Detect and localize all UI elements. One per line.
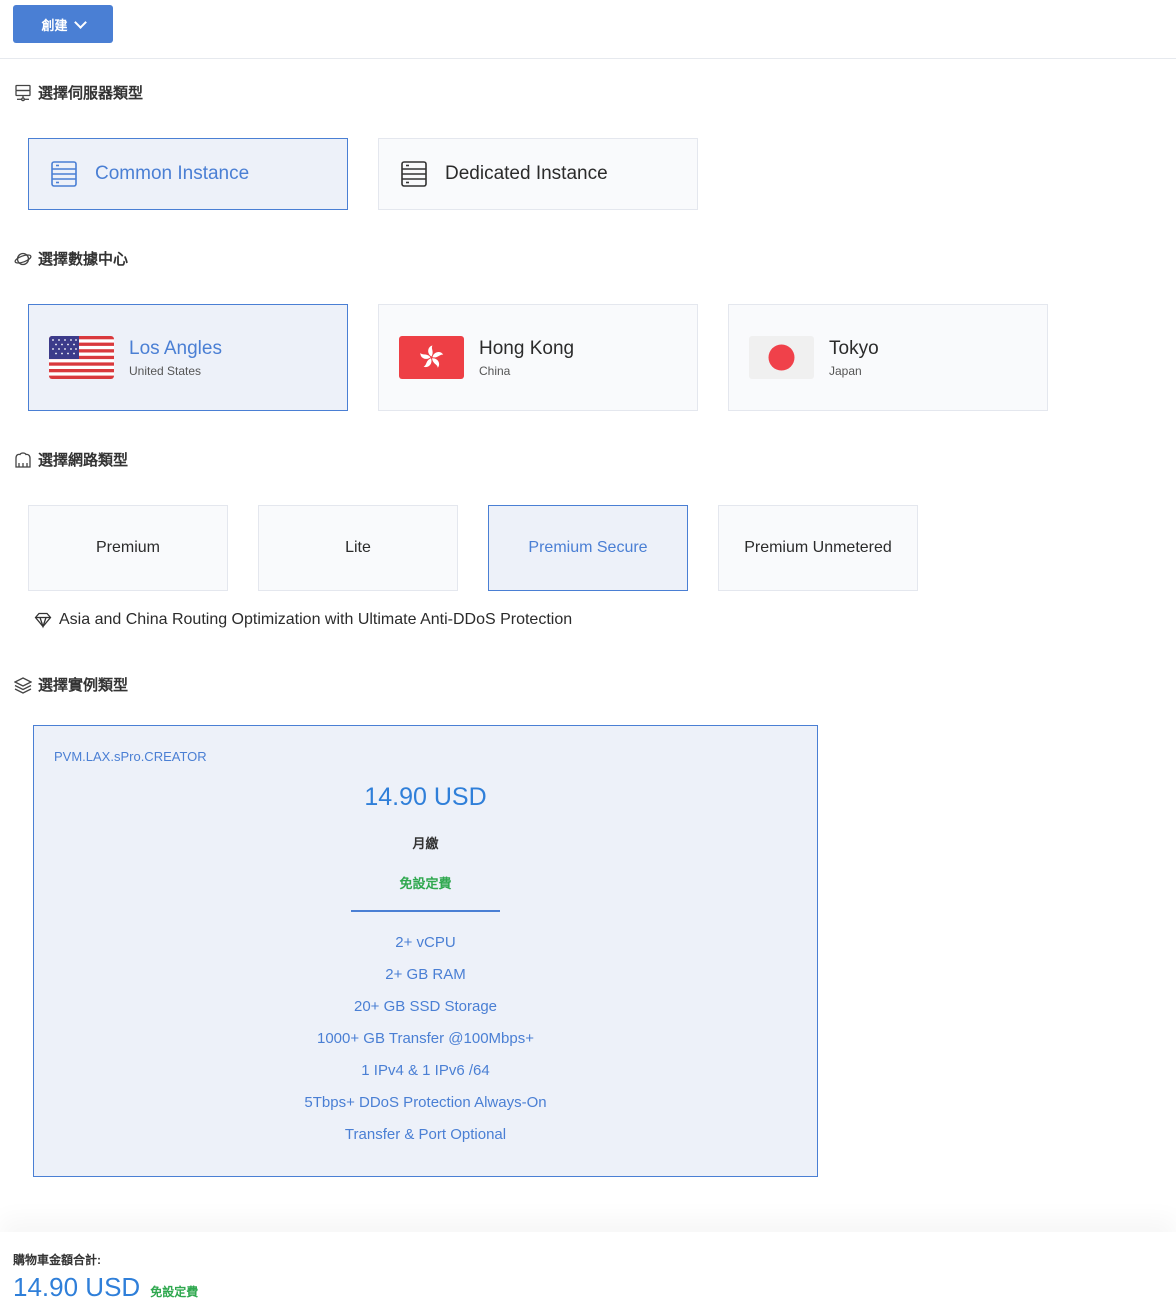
layers-icon [14,676,32,694]
datacenter-country: China [479,363,511,378]
plan-feature: 20+ GB SSD Storage [354,998,497,1015]
server-icon [401,161,427,187]
section-title-label: 選擇網路類型 [38,452,129,469]
plan-feature: Transfer & Port Optional [344,1126,507,1143]
top-toolbar: 創建 [0,0,1176,59]
network-cloud-icon [15,451,31,468]
server-icon [51,161,77,187]
server-type-dedicated[interactable]: Dedicated Instance [378,138,698,210]
section-title-label: 選擇數據中心 [38,251,129,268]
datacenter-country: Japan [829,363,862,378]
server-type-common[interactable]: Common Instance [28,138,348,210]
plan-feature: 1 IPv4 & 1 IPv6 /64 [361,1062,490,1079]
section-title-label: 選擇伺服器類型 [38,85,144,102]
section-title-server-type: 選擇伺服器類型 [14,82,143,103]
network-label: Premium [95,539,160,556]
section-title-datacenter: 選擇數據中心 [14,248,128,269]
cart-total: 14.90 USD 免設定費 [13,1272,198,1303]
network-premium-secure[interactable]: Premium Secure [488,505,688,591]
datacenter-city: Los Angles [129,337,222,359]
plan-feature: 2+ vCPU [395,934,456,951]
cart-total-amount: 14.90 USD [13,1272,141,1302]
server-network-icon [15,84,31,101]
plan-feature: 5Tbps+ DDoS Protection Always-On [304,1094,547,1111]
planet-icon [14,252,32,265]
jp-flag-icon [749,336,814,379]
plan-billing-cycle: 月繳 [412,836,439,851]
create-dropdown-button[interactable]: 創建 [13,5,113,43]
plan-feature-list: 2+ vCPU 2+ GB RAM 20+ GB SSD Storage 100… [34,931,817,1155]
diamond-icon [34,612,52,629]
section-title-network: 選擇網路類型 [14,449,128,470]
plan-name: PVM.LAX.sPro.CREATOR [54,749,207,764]
network-label: Premium Secure [528,539,648,556]
cart-summary-bar: 購物車金額合計: 14.90 USD 免設定費 [0,1232,1176,1306]
chevron-down-icon [73,15,87,29]
hk-flag-icon [399,336,464,379]
network-description: Asia and China Routing Optimization with… [34,611,572,629]
network-lite[interactable]: Lite [258,505,458,591]
section-title-label: 選擇實例類型 [38,677,129,694]
plan-feature: 2+ GB RAM [385,966,466,983]
datacenter-city: Hong Kong [479,337,575,359]
plan-price: 14.90 USD [364,783,487,811]
datacenter-city: Tokyo [829,337,879,359]
datacenter-tokyo[interactable]: Tokyo Japan [728,304,1048,411]
datacenter-los-angeles[interactable]: Los Angles United States [28,304,348,411]
datacenter-country: United States [129,363,202,378]
server-type-label: Common Instance [95,163,250,184]
network-description-text: Asia and China Routing Optimization with… [59,611,573,628]
datacenter-hong-kong[interactable]: Hong Kong China [378,304,698,411]
network-premium[interactable]: Premium [28,505,228,591]
server-type-label: Dedicated Instance [445,163,608,184]
plan-setup-fee: 免設定費 [399,876,452,891]
create-button-label: 創建 [41,17,68,33]
plan-card[interactable]: PVM.LAX.sPro.CREATOR 14.90 USD 月繳 免設定費 2… [33,725,818,1177]
network-label: Premium Unmetered [744,539,892,556]
plan-feature: 1000+ GB Transfer @100Mbps+ [316,1030,535,1047]
cart-setup-fee: 免設定費 [150,1285,199,1299]
network-premium-unmetered[interactable]: Premium Unmetered [718,505,918,591]
network-label: Lite [345,539,371,556]
cart-total-label: 購物車金額合計: [13,1253,101,1267]
us-flag-icon [49,336,114,379]
section-title-instance: 選擇實例類型 [14,674,128,695]
plan-divider [351,910,500,912]
